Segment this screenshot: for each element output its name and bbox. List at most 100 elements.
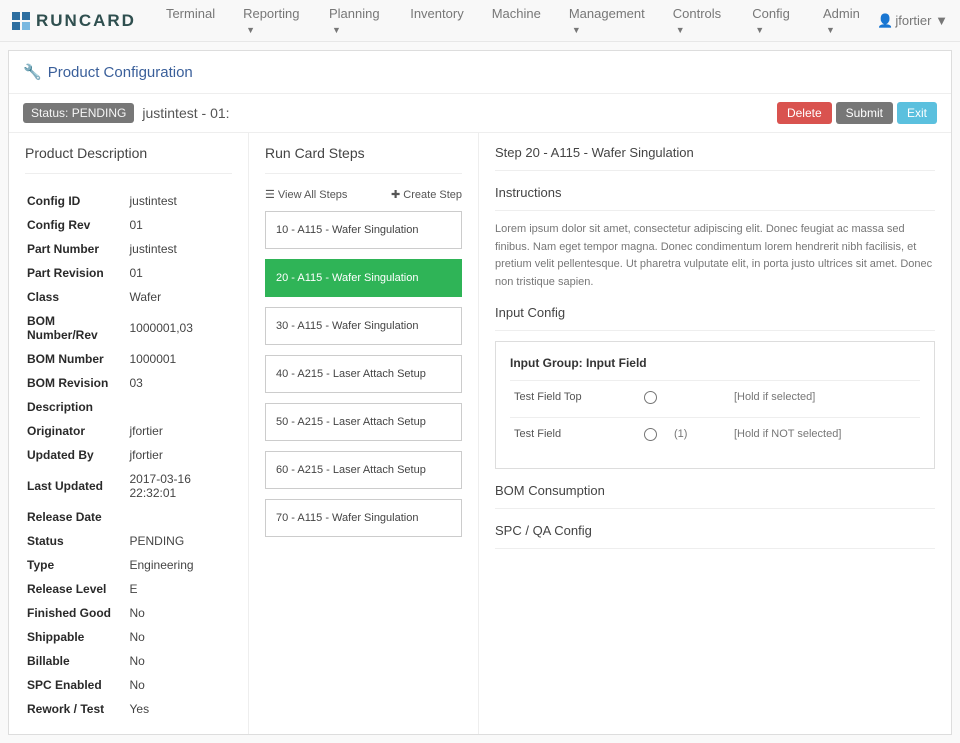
nav-planning[interactable]: Planning ▼ — [317, 0, 394, 46]
desc-label: Release Level — [27, 578, 128, 600]
desc-row: Release Date — [27, 506, 230, 528]
action-buttons: Delete Submit Exit — [777, 102, 937, 124]
desc-row: SPC EnabledNo — [27, 674, 230, 696]
nav-config[interactable]: Config ▼ — [740, 0, 807, 46]
desc-row: Part Revision01 — [27, 262, 230, 284]
nav-admin[interactable]: Admin ▼ — [811, 0, 877, 46]
desc-value: No — [130, 650, 231, 672]
step-card[interactable]: 50 - A215 - Laser Attach Setup — [265, 403, 462, 441]
nav-controls[interactable]: Controls ▼ — [661, 0, 736, 46]
desc-row: Finished GoodNo — [27, 602, 230, 624]
input-group: Input Group: Input Field Test Field Top[… — [495, 341, 935, 469]
desc-value: 03 — [130, 372, 231, 394]
desc-value — [130, 506, 231, 528]
nav-management[interactable]: Management ▼ — [557, 0, 657, 46]
left-title: Product Description — [25, 145, 232, 174]
input-radio[interactable] — [644, 391, 657, 404]
desc-value: 1000001 — [130, 348, 231, 370]
desc-label: Part Revision — [27, 262, 128, 284]
desc-row: Updated Byjfortier — [27, 444, 230, 466]
step-card[interactable]: 20 - A115 - Wafer Singulation — [265, 259, 462, 297]
desc-label: Release Date — [27, 506, 128, 528]
desc-label: Originator — [27, 420, 128, 442]
steps-tools: ☰ View All Steps ✚ Create Step — [265, 188, 462, 201]
step-card[interactable]: 40 - A215 - Laser Attach Setup — [265, 355, 462, 393]
desc-value: No — [130, 674, 231, 696]
desc-label: Finished Good — [27, 602, 128, 624]
desc-label: Rework / Test — [27, 698, 128, 720]
desc-label: Description — [27, 396, 128, 418]
input-config-heading: Input Config — [495, 305, 935, 331]
desc-row: StatusPENDING — [27, 530, 230, 552]
desc-row: ShippableNo — [27, 626, 230, 648]
desc-value: jfortier — [130, 444, 231, 466]
desc-label: BOM Number/Rev — [27, 310, 128, 346]
desc-value: Engineering — [130, 554, 231, 576]
subheader: Status: PENDING justintest - 01: Delete … — [9, 94, 951, 133]
desc-row: BOM Number/Rev1000001,03 — [27, 310, 230, 346]
spc-heading: SPC / QA Config — [495, 523, 935, 549]
page-header: 🔧 Product Configuration — [9, 51, 951, 94]
left-panel: Product Description Config IDjustintestC… — [9, 133, 249, 734]
desc-label: Last Updated — [27, 468, 128, 504]
view-all-steps[interactable]: ☰ View All Steps — [265, 188, 347, 201]
desc-label: BOM Revision — [27, 372, 128, 394]
desc-value: justintest — [130, 190, 231, 212]
desc-value: No — [130, 602, 231, 624]
desc-row: Originatorjfortier — [27, 420, 230, 442]
right-panel: Step 20 - A115 - Wafer Singulation Instr… — [479, 133, 951, 734]
nav-machine[interactable]: Machine — [480, 0, 553, 46]
input-row: Test Field(1)[Hold if NOT selected] — [510, 417, 920, 454]
desc-row: Config IDjustintest — [27, 190, 230, 212]
desc-label: Config Rev — [27, 214, 128, 236]
brand-logo[interactable]: RUNCARD — [12, 11, 136, 31]
mid-title: Run Card Steps — [265, 145, 462, 174]
desc-value: E — [130, 578, 231, 600]
nav-terminal[interactable]: Terminal — [154, 0, 227, 46]
desc-row: Rework / TestYes — [27, 698, 230, 720]
config-name: justintest - 01: — [142, 105, 229, 121]
desc-value: 2017-03-16 22:32:01 — [130, 468, 231, 504]
desc-label: BOM Number — [27, 348, 128, 370]
input-group-title: Input Group: Input Field — [510, 356, 920, 370]
desc-label: Class — [27, 286, 128, 308]
step-card[interactable]: 70 - A115 - Wafer Singulation — [265, 499, 462, 537]
page: 🔧 Product Configuration Status: PENDING j… — [8, 50, 952, 735]
exit-button[interactable]: Exit — [897, 102, 937, 124]
desc-value: Wafer — [130, 286, 231, 308]
nav-inventory[interactable]: Inventory — [398, 0, 475, 46]
submit-button[interactable]: Submit — [836, 102, 893, 124]
description-table: Config IDjustintestConfig Rev01Part Numb… — [25, 188, 232, 722]
step-card[interactable]: 60 - A215 - Laser Attach Setup — [265, 451, 462, 489]
desc-row: TypeEngineering — [27, 554, 230, 576]
input-note: (1) — [674, 428, 734, 440]
step-card[interactable]: 10 - A115 - Wafer Singulation — [265, 211, 462, 249]
step-card[interactable]: 30 - A115 - Wafer Singulation — [265, 307, 462, 345]
desc-row: BillableNo — [27, 650, 230, 672]
desc-row: Last Updated2017-03-16 22:32:01 — [27, 468, 230, 504]
desc-value: 1000001,03 — [130, 310, 231, 346]
status-badge: Status: PENDING — [23, 103, 134, 123]
columns: Product Description Config IDjustintestC… — [9, 133, 951, 734]
instructions-text: Lorem ipsum dolor sit amet, consectetur … — [495, 221, 935, 291]
desc-label: Config ID — [27, 190, 128, 212]
create-step[interactable]: ✚ Create Step — [391, 188, 462, 201]
input-name: Test Field — [514, 428, 644, 440]
desc-label: Billable — [27, 650, 128, 672]
page-title: Product Configuration — [48, 64, 193, 81]
username: jfortier — [895, 13, 931, 28]
wrench-icon: 🔧 — [23, 64, 42, 81]
mid-panel: Run Card Steps ☰ View All Steps ✚ Create… — [249, 133, 479, 734]
input-row: Test Field Top[Hold if selected] — [510, 380, 920, 417]
input-radio[interactable] — [644, 428, 657, 441]
desc-value: jfortier — [130, 420, 231, 442]
desc-label: Updated By — [27, 444, 128, 466]
desc-row: Release LevelE — [27, 578, 230, 600]
nav-reporting[interactable]: Reporting ▼ — [231, 0, 313, 46]
desc-value: Yes — [130, 698, 231, 720]
delete-button[interactable]: Delete — [777, 102, 832, 124]
desc-value: justintest — [130, 238, 231, 260]
steps-list: 10 - A115 - Wafer Singulation 20 - A115 -… — [265, 211, 462, 537]
user-menu[interactable]: 👤jfortier ▼ — [877, 13, 948, 29]
nav-menu: TerminalReporting ▼Planning ▼InventoryMa… — [154, 0, 877, 46]
